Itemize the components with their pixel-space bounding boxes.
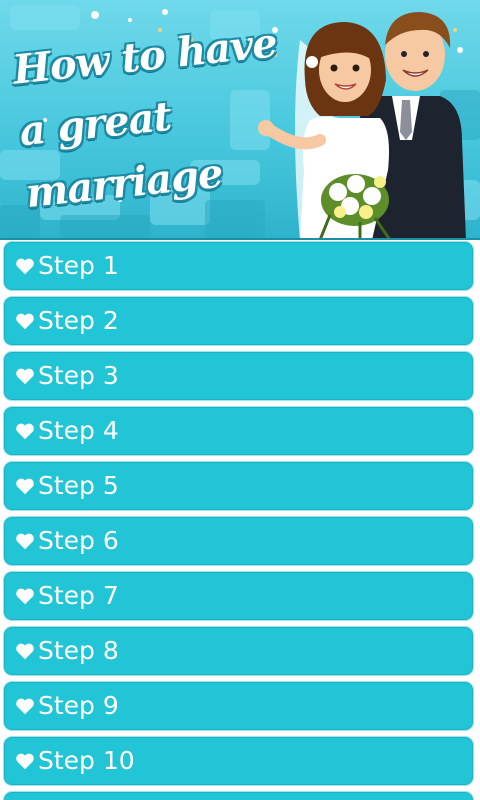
step-item-partial[interactable] xyxy=(3,791,474,800)
step-item[interactable]: Step 4 xyxy=(3,406,474,456)
step-label: Step 5 xyxy=(38,471,119,500)
step-label: Step 4 xyxy=(38,416,119,445)
step-list: Step 1 Step 2 Step 3 Step 4 Step 5 Step … xyxy=(0,240,480,800)
step-item[interactable]: Step 10 xyxy=(3,736,474,786)
header-banner: How to have a great marriage xyxy=(0,0,480,240)
heart-icon xyxy=(14,750,36,772)
step-item[interactable]: Step 3 xyxy=(3,351,474,401)
step-label: Step 3 xyxy=(38,361,119,390)
step-label: Step 1 xyxy=(38,251,119,280)
app-screen: How to have a great marriage Step 1 Step… xyxy=(0,0,480,800)
step-label: Step 8 xyxy=(38,636,119,665)
step-label: Step 7 xyxy=(38,581,119,610)
step-label: Step 10 xyxy=(38,746,135,775)
heart-icon xyxy=(14,420,36,442)
heart-icon xyxy=(14,475,36,497)
heart-icon xyxy=(14,310,36,332)
banner-title: How to have a great marriage xyxy=(10,19,279,218)
step-item[interactable]: Step 7 xyxy=(3,571,474,621)
heart-icon xyxy=(14,365,36,387)
heart-icon xyxy=(14,695,36,717)
heart-icon xyxy=(14,255,36,277)
step-item[interactable]: Step 6 xyxy=(3,516,474,566)
step-item[interactable]: Step 8 xyxy=(3,626,474,676)
step-item[interactable]: Step 9 xyxy=(3,681,474,731)
step-label: Step 2 xyxy=(38,306,119,335)
step-label: Step 9 xyxy=(38,691,119,720)
step-item[interactable]: Step 1 xyxy=(3,241,474,291)
step-item[interactable]: Step 5 xyxy=(3,461,474,511)
step-item[interactable]: Step 2 xyxy=(3,296,474,346)
heart-icon xyxy=(14,530,36,552)
step-label: Step 6 xyxy=(38,526,119,555)
heart-icon xyxy=(14,585,36,607)
heart-icon xyxy=(14,640,36,662)
